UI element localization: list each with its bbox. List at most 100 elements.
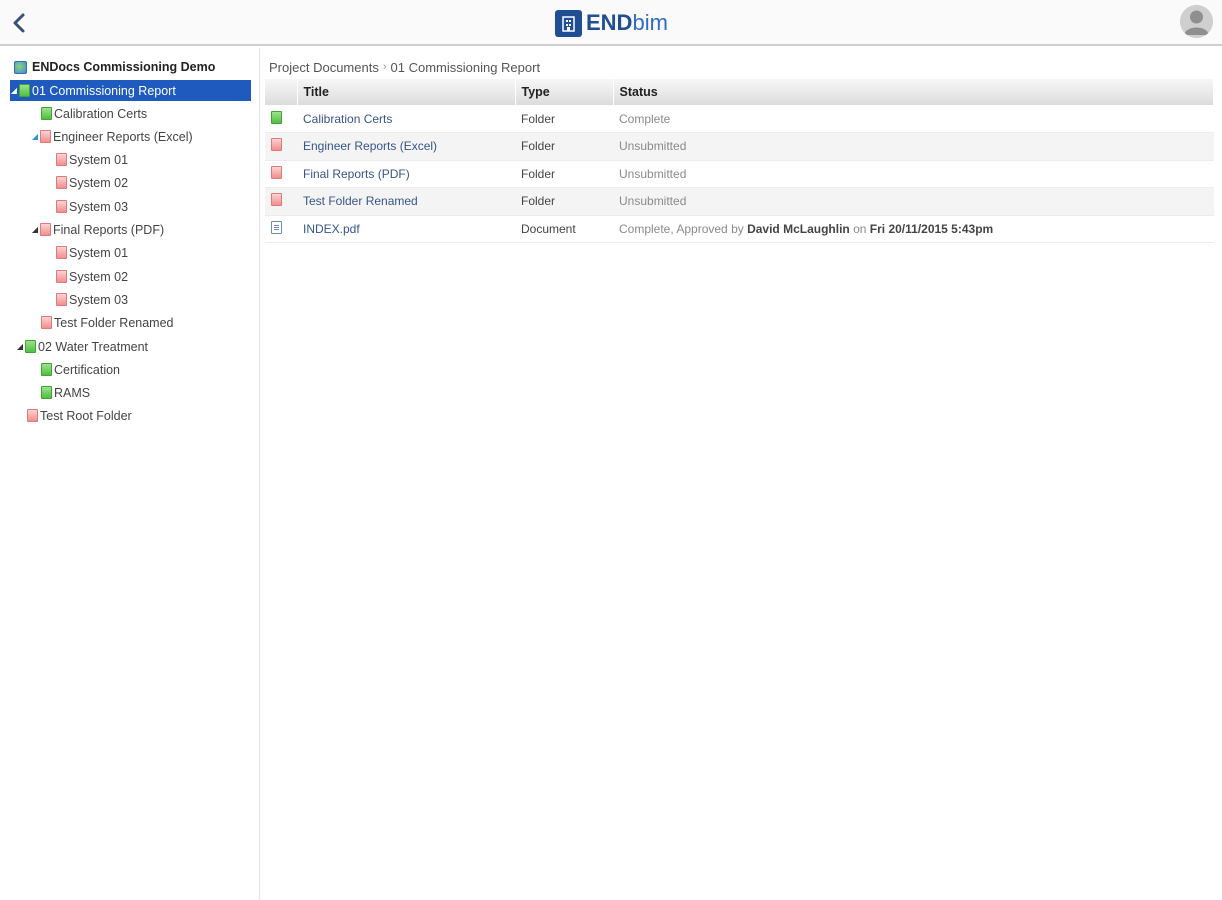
folder-red-icon [56,293,67,306]
table-row[interactable]: Final Reports (PDF) Folder Unsubmitted [265,160,1214,188]
tree-item-label: Calibration Certs [54,106,148,121]
row-status: Unsubmitted [619,194,687,209]
tree-item-label: System 03 [69,292,129,307]
tree-item-02-water-treatment[interactable]: ◢ 02 Water Treatment [16,336,148,357]
column-header-status[interactable]: Status [613,79,1214,105]
status-mid: on [849,221,870,236]
tree-item-label: System 01 [69,245,129,260]
approver-name: David McLaughlin [747,221,850,236]
folder-red-icon [56,200,67,213]
breadcrumb: Project Documents › 01 Commissioning Rep… [269,58,540,76]
chevron-left-icon [13,13,25,33]
row-status: Complete, Approved by David McLaughlin o… [619,222,993,236]
row-type: Folder [521,111,556,126]
tree-item-label: 02 Water Treatment [38,339,148,354]
table-row[interactable]: Calibration Certs Folder Complete [265,105,1214,133]
folder-green-icon [41,107,52,120]
tree-item-label: System 01 [69,152,129,167]
row-title-link[interactable]: Test Folder Renamed [303,194,418,208]
back-button[interactable] [8,10,30,36]
tree-item-system-02[interactable]: System 02 [56,172,128,193]
tree-item-label: Test Folder Renamed [54,315,174,330]
tree-item-final-reports[interactable]: ◢ Final Reports (PDF) [31,219,164,240]
folder-red-icon [40,130,51,143]
collapse-arrow-icon[interactable]: ◢ [31,132,39,141]
tree-item-system-03[interactable]: System 03 [56,196,128,217]
folder-green-icon [41,386,52,399]
folder-red-icon [271,165,282,179]
expand-arrow-icon[interactable]: ◢ [10,86,18,95]
folder-green-icon [271,110,282,124]
status-prefix: Complete, Approved by [619,221,748,236]
breadcrumb-current: 01 Commissioning Report [390,59,541,75]
approval-date: Fri 20/11/2015 5:43pm [869,221,994,236]
table-row[interactable]: INDEX.pdf Document Complete, Approved by… [265,215,1214,243]
table-header-row: Title Type Status [265,79,1214,105]
tree-item-label: System 02 [69,175,129,190]
column-header-icon [265,79,298,105]
table-row[interactable]: Test Folder Renamed Folder Unsubmitted [265,187,1214,216]
logo-text-bim: bim [632,10,668,35]
row-title-link[interactable]: Engineer Reports (Excel) [303,139,437,153]
folder-red-icon [56,246,67,259]
endbim-logo: ENDbim [555,8,668,38]
tree-root-project[interactable]: ENDocs Commissioning Demo [14,58,215,76]
logo-text: ENDbim [586,12,668,34]
tree-item-engineer-reports[interactable]: ◢ Engineer Reports (Excel) [31,126,193,147]
row-type: Document [521,221,576,236]
tree-item-system-01[interactable]: System 01 [56,149,128,170]
row-status: Unsubmitted [619,139,687,154]
tree-item-label: 01 Commissioning Report [32,83,176,98]
tree-item-01-commissioning-report[interactable]: ◢ 01 Commissioning Report [10,80,251,101]
user-avatar[interactable] [1180,5,1213,38]
breadcrumb-separator: › [382,61,387,73]
row-type: Folder [521,139,556,154]
tree-item-test-folder-renamed[interactable]: Test Folder Renamed [41,312,174,333]
row-status: Unsubmitted [619,166,687,181]
folder-red-icon [56,176,67,189]
tree-item-certification[interactable]: Certification [41,359,120,380]
tree-item-label: System 03 [69,199,129,214]
tree-item-label: System 02 [69,269,129,284]
tree-item-label: Certification [54,362,120,377]
row-type: Folder [521,166,556,181]
tree-item-calibration-certs[interactable]: Calibration Certs [41,103,147,124]
tree-item-label: Engineer Reports (Excel) [53,129,193,144]
folder-red-icon [41,316,52,329]
logo-text-end: END [586,10,633,35]
top-bar: ENDbim [0,0,1222,46]
folder-tree: ENDocs Commissioning Demo ◢ 01 Commissio… [0,48,260,900]
tree-item-system-03[interactable]: System 03 [56,289,128,310]
breadcrumb-root[interactable]: Project Documents [269,60,379,75]
row-type: Folder [521,194,556,209]
row-title-link[interactable]: Calibration Certs [303,112,392,126]
tree-item-label: Test Root Folder [40,408,132,423]
folder-red-icon [271,138,282,152]
tree-root-label: ENDocs Commissioning Demo [32,60,216,74]
tree-item-test-root-folder[interactable]: Test Root Folder [27,405,132,426]
document-icon [271,220,282,234]
documents-table: Title Type Status Calibration Certs Fold… [265,79,1214,243]
tree-item-system-01[interactable]: System 01 [56,242,128,263]
folder-red-icon [40,223,51,236]
table-row[interactable]: Engineer Reports (Excel) Folder Unsubmit… [265,132,1214,161]
tree-item-label: Final Reports (PDF) [53,222,165,237]
expand-arrow-icon[interactable]: ◢ [31,225,39,234]
column-header-type[interactable]: Type [515,79,614,105]
folder-red-icon [27,409,38,422]
column-header-title[interactable]: Title [297,79,516,105]
row-status: Complete [619,111,671,126]
project-icon [14,60,27,74]
row-title-link[interactable]: Final Reports (PDF) [303,167,410,181]
folder-red-icon [56,153,67,166]
folder-green-icon [19,84,30,97]
row-title-link[interactable]: INDEX.pdf [303,222,360,236]
tree-item-system-02[interactable]: System 02 [56,266,128,287]
tree-item-rams[interactable]: RAMS [41,382,90,403]
folder-red-icon [271,193,282,207]
expand-arrow-icon[interactable]: ◢ [16,342,24,351]
tree-item-label: RAMS [54,385,91,400]
folder-doc-icon [41,363,52,376]
folder-green-icon [25,340,36,353]
folder-red-icon [56,270,67,283]
